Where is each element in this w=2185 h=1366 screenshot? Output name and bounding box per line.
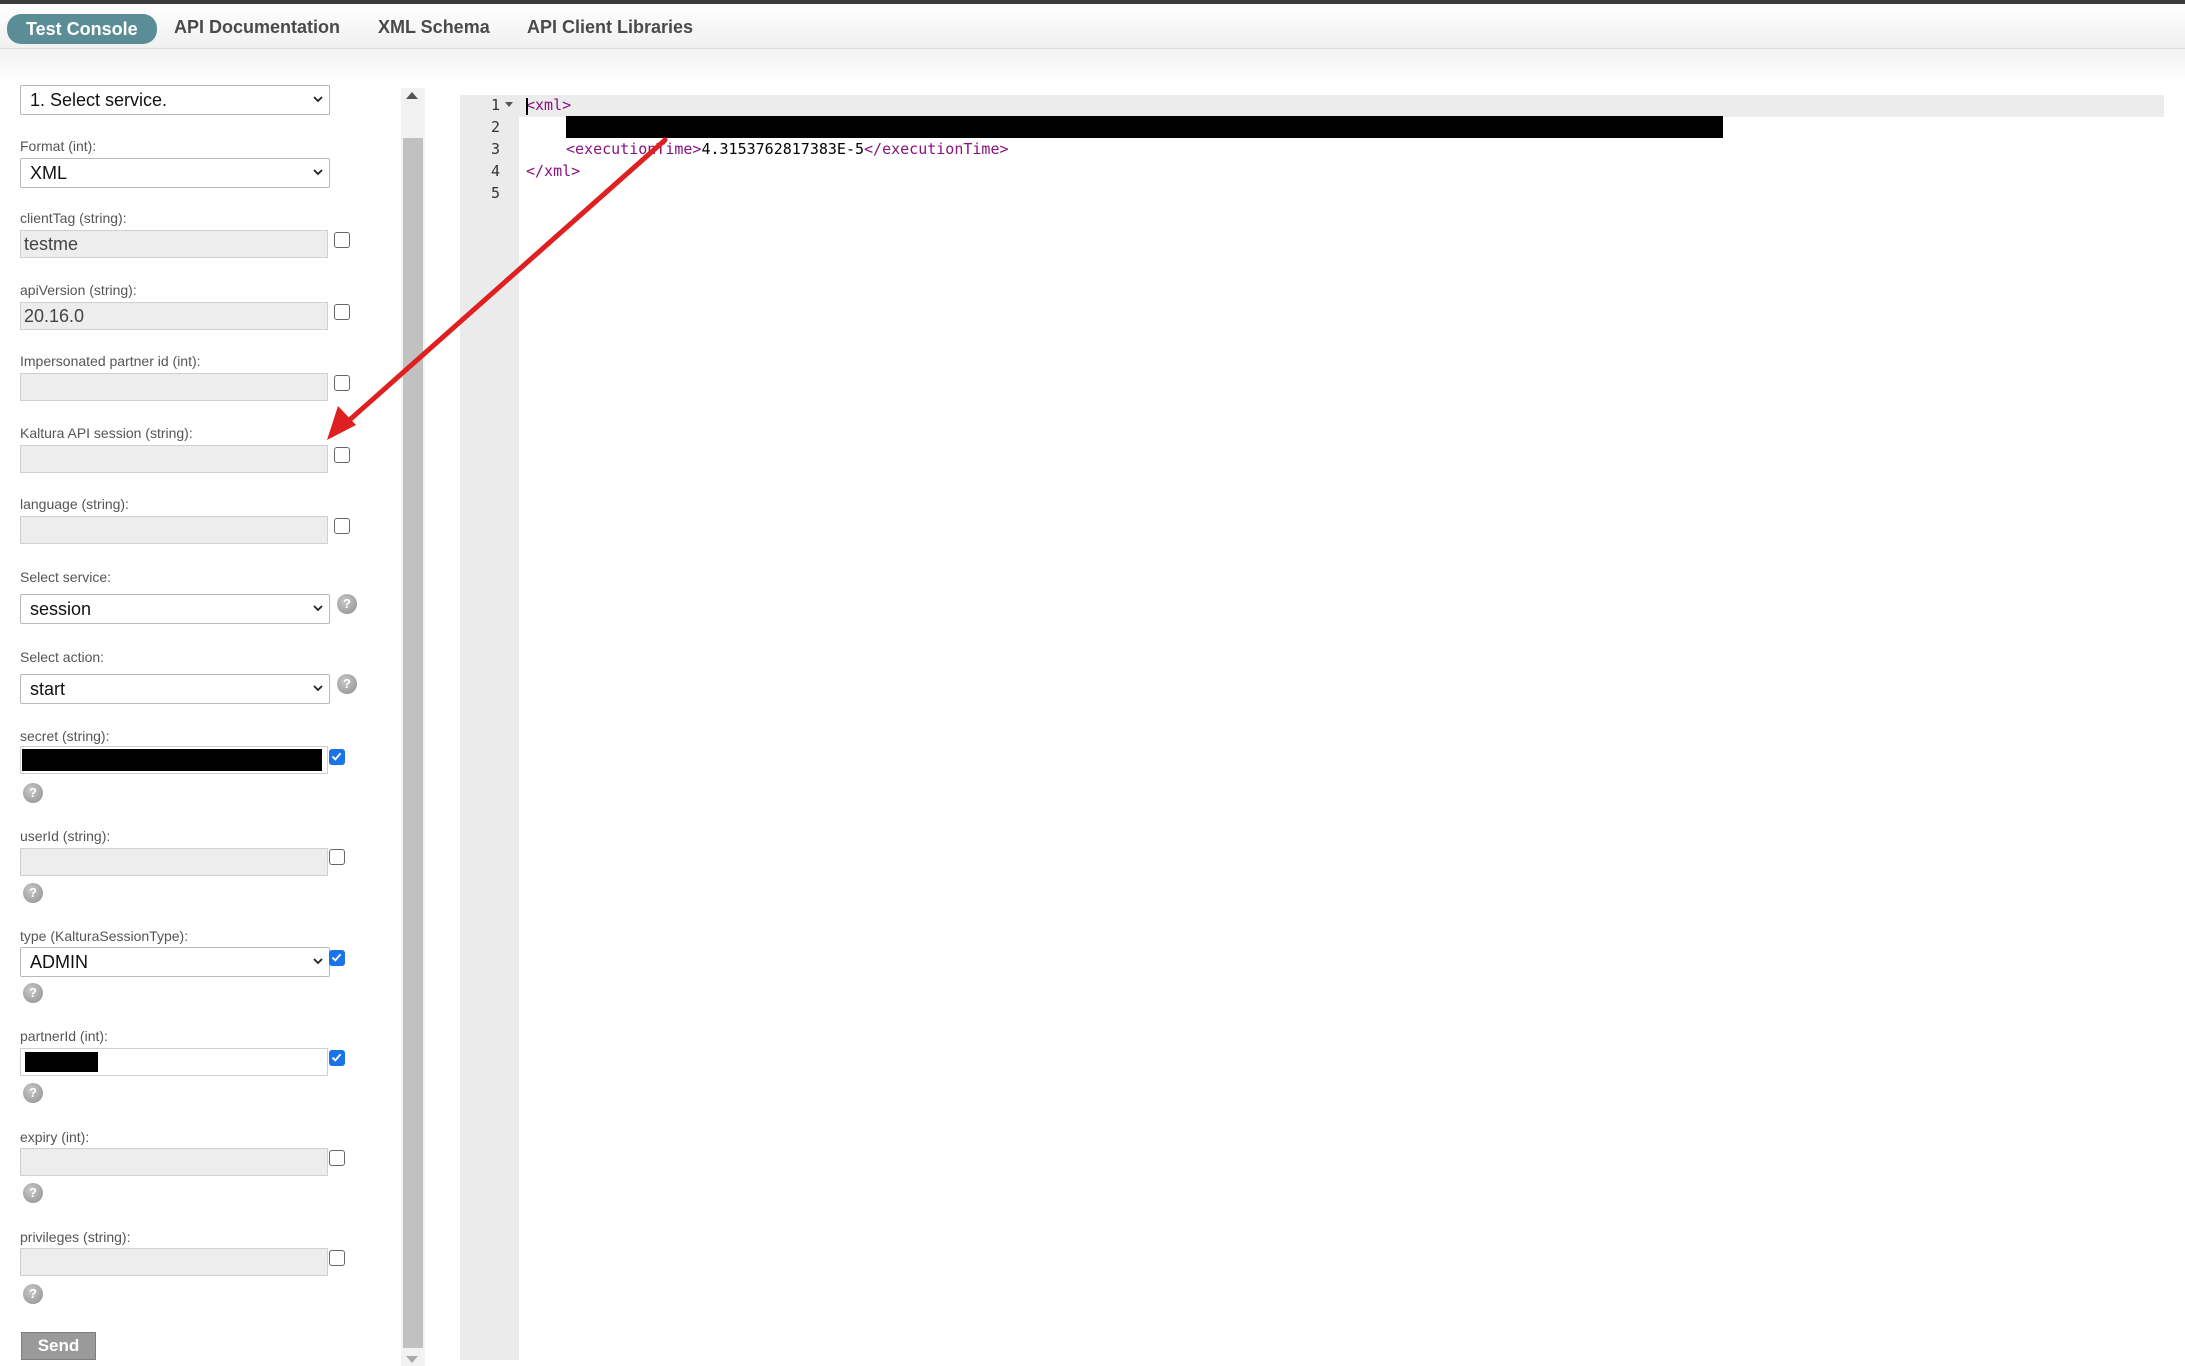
select-service-value: session [30, 599, 92, 619]
clienttag-label: clientTag (string): [20, 210, 127, 226]
select-action-dropdown[interactable]: start [20, 674, 330, 704]
type-checkbox[interactable] [329, 950, 345, 966]
secret-label: secret (string): [20, 728, 110, 744]
checkmark-icon [331, 953, 342, 962]
help-icon[interactable]: ? [337, 674, 357, 694]
line-number: 1 [490, 96, 500, 114]
scroll-up-arrow-icon[interactable] [406, 92, 418, 99]
select-action-label: Select action: [20, 649, 105, 665]
redacted-block [566, 116, 1723, 138]
line-number: 5 [490, 184, 500, 202]
tab-xml-schema[interactable]: XML Schema [378, 13, 490, 41]
text-cursor [526, 98, 528, 115]
send-button[interactable]: Send [21, 1332, 96, 1360]
type-dropdown[interactable]: ADMIN [20, 947, 330, 977]
privileges-checkbox[interactable] [329, 1250, 345, 1266]
clienttag-checkbox[interactable] [334, 232, 350, 248]
apiversion-label: apiVersion (string): [20, 282, 137, 298]
line-number: 2 [490, 118, 500, 136]
xml-close-tag: </executionTime> [864, 140, 1009, 158]
language-checkbox[interactable] [334, 518, 350, 534]
type-value: ADMIN [30, 952, 88, 972]
service-selector-value: 1. Select service. [30, 90, 168, 110]
service-selector-dropdown[interactable]: 1. Select service. [20, 85, 330, 115]
editor-active-line [519, 95, 2164, 117]
secret-checkbox[interactable] [329, 749, 345, 765]
format-label: Format (int): [20, 138, 97, 154]
code-line-3: <executionTime>4.3153762817383E-5</execu… [566, 140, 1009, 158]
select-service-label: Select service: [20, 569, 112, 585]
select-service-dropdown[interactable]: session [20, 594, 330, 624]
privileges-label: privileges (string): [20, 1229, 131, 1245]
expiry-label: expiry (int): [20, 1129, 90, 1145]
chevron-down-icon [313, 605, 323, 612]
chevron-down-icon [313, 96, 323, 103]
language-input[interactable] [20, 516, 328, 544]
ks-label: Kaltura API session (string): [20, 425, 193, 441]
checkmark-icon [331, 752, 342, 761]
editor-gutter [460, 95, 519, 1360]
type-label: type (KalturaSessionType): [20, 928, 189, 944]
impersonated-partner-checkbox[interactable] [334, 375, 350, 391]
clienttag-input[interactable]: testme [20, 230, 328, 258]
impersonated-partner-input[interactable] [20, 373, 328, 401]
language-label: language (string): [20, 496, 129, 512]
help-icon[interactable]: ? [337, 594, 357, 614]
ks-checkbox[interactable] [334, 447, 350, 463]
help-icon[interactable]: ? [23, 883, 43, 903]
format-value: XML [30, 163, 68, 183]
privileges-input[interactable] [20, 1248, 328, 1276]
select-action-value: start [30, 679, 66, 699]
tab-test-console[interactable]: Test Console [7, 14, 157, 44]
help-icon[interactable]: ? [23, 983, 43, 1003]
redacted-block [25, 1052, 98, 1072]
execution-time-value: 4.3153762817383E-5 [701, 140, 865, 158]
top-tab-bar: Test Console API Documentation XML Schem… [0, 4, 2185, 49]
userid-label: userId (string): [20, 828, 111, 844]
chevron-down-icon [313, 685, 323, 692]
help-icon[interactable]: ? [23, 1284, 43, 1304]
partnerid-label: partnerId (int): [20, 1028, 108, 1044]
line-number: 3 [490, 140, 500, 158]
chevron-down-icon [313, 169, 323, 176]
help-icon[interactable]: ? [23, 783, 43, 803]
fold-toggle-icon[interactable] [505, 102, 513, 107]
scroll-down-arrow-icon[interactable] [406, 1356, 418, 1363]
toolbar-band [0, 49, 2185, 81]
help-icon[interactable]: ? [23, 1083, 43, 1103]
format-dropdown[interactable]: XML [20, 158, 330, 188]
tab-api-documentation[interactable]: API Documentation [174, 13, 340, 41]
apiversion-checkbox[interactable] [334, 304, 350, 320]
ks-input[interactable] [20, 445, 328, 473]
userid-checkbox[interactable] [329, 849, 345, 865]
partnerid-checkbox[interactable] [329, 1050, 345, 1066]
checkmark-icon [331, 1053, 342, 1062]
code-line-1: <xml> [526, 96, 572, 114]
xml-open-tag: <executionTime> [566, 140, 702, 158]
tab-api-client-libraries[interactable]: API Client Libraries [527, 13, 693, 41]
expiry-input[interactable] [20, 1148, 328, 1176]
expiry-checkbox[interactable] [329, 1150, 345, 1166]
chevron-down-icon [313, 958, 323, 965]
impersonated-partner-label: Impersonated partner id (int): [20, 353, 201, 369]
redacted-block [22, 749, 322, 771]
line-number: 4 [490, 162, 500, 180]
response-code-editor[interactable] [460, 95, 2165, 1360]
help-icon[interactable]: ? [23, 1183, 43, 1203]
form-scrollbar-thumb[interactable] [403, 138, 423, 1348]
code-line-4: </xml> [526, 162, 581, 180]
userid-input[interactable] [20, 848, 328, 876]
apiversion-input[interactable]: 20.16.0 [20, 302, 328, 330]
